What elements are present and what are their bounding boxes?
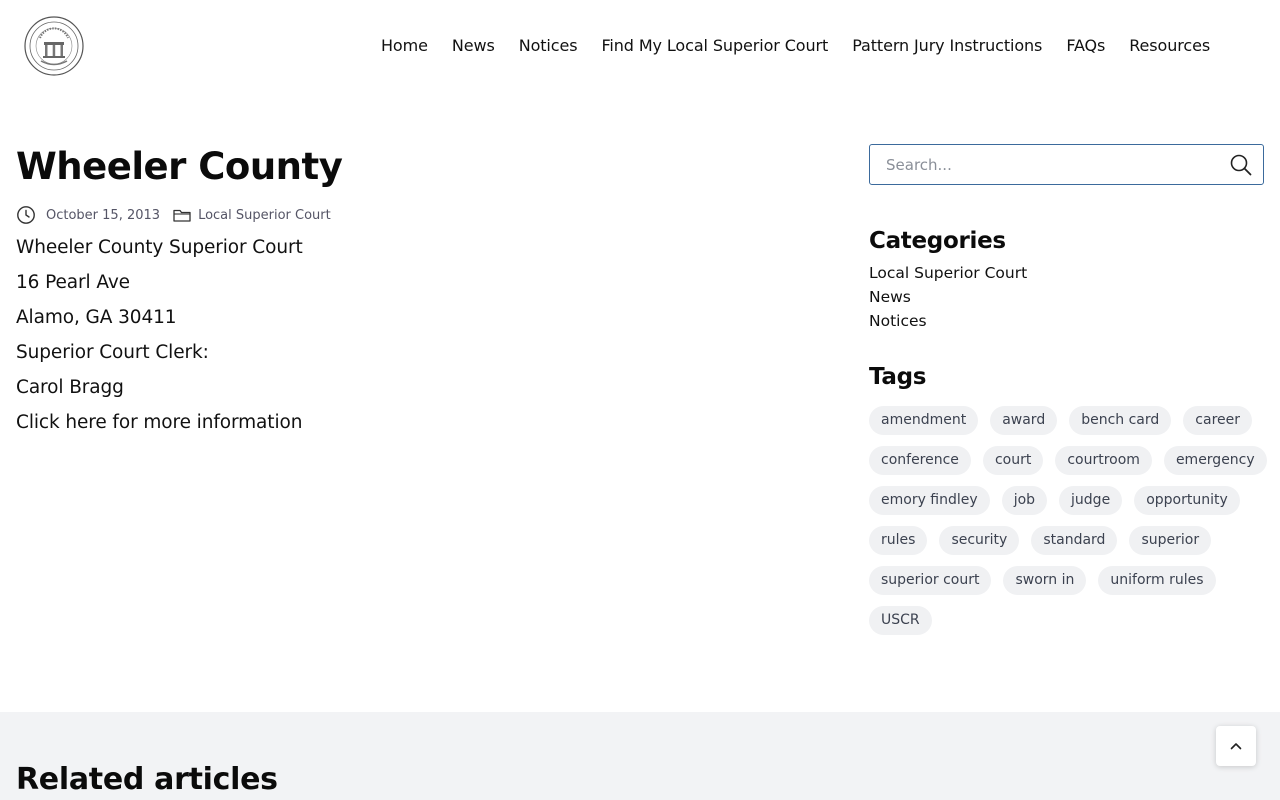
tag-security[interactable]: security bbox=[939, 526, 1020, 555]
sidebar: Categories Local Superior Court News Not… bbox=[869, 144, 1267, 635]
related-articles-section: Related articles bbox=[0, 712, 1280, 800]
categories-heading: Categories bbox=[869, 228, 1006, 254]
article: Wheeler County October 15, 2013 Local Su… bbox=[16, 140, 796, 440]
clerk-label: Superior Court Clerk: bbox=[16, 342, 209, 363]
tag-job[interactable]: job bbox=[1001, 486, 1048, 515]
court-city-state-zip: Alamo, GA 30411 bbox=[16, 307, 177, 328]
tag-uscr[interactable]: USCR bbox=[869, 606, 932, 635]
court-street: 16 Pearl Ave bbox=[16, 272, 130, 293]
tag-judge[interactable]: judge bbox=[1059, 486, 1123, 515]
tag-career[interactable]: career bbox=[1183, 406, 1253, 435]
folder-icon bbox=[172, 205, 192, 225]
tag-conference[interactable]: conference bbox=[869, 446, 971, 475]
tags-heading: Tags bbox=[869, 364, 927, 390]
nav-pattern-jury-instructions[interactable]: Pattern Jury Instructions bbox=[852, 36, 1042, 56]
category-notices[interactable]: Notices bbox=[869, 309, 1264, 333]
search-box bbox=[869, 144, 1264, 185]
tag-court[interactable]: court bbox=[982, 446, 1044, 475]
tag-amendment[interactable]: amendment bbox=[869, 406, 979, 435]
nav-notices[interactable]: Notices bbox=[519, 36, 578, 56]
nav-resources[interactable]: Resources bbox=[1129, 36, 1210, 56]
tag-superior[interactable]: superior bbox=[1129, 526, 1212, 555]
tag-superior-court[interactable]: superior court bbox=[869, 566, 992, 595]
post-meta: October 15, 2013 Local Superior Court bbox=[16, 204, 796, 226]
site-header: Home News Notices Find My Local Superior… bbox=[0, 0, 1280, 92]
georgia-state-seal-icon bbox=[24, 16, 84, 76]
post-date: October 15, 2013 bbox=[46, 207, 161, 223]
more-info-link[interactable]: Click here for more information bbox=[16, 412, 302, 433]
tag-courtroom[interactable]: courtroom bbox=[1055, 446, 1152, 475]
related-articles-heading: Related articles bbox=[16, 762, 278, 797]
nav-home[interactable]: Home bbox=[381, 36, 428, 56]
tag-award[interactable]: award bbox=[990, 406, 1058, 435]
nav-news[interactable]: News bbox=[452, 36, 495, 56]
categories-list: Local Superior Court News Notices bbox=[869, 261, 1264, 333]
page-title: Wheeler County bbox=[16, 145, 343, 188]
tag-opportunity[interactable]: opportunity bbox=[1134, 486, 1240, 515]
main-nav: Home News Notices Find My Local Superior… bbox=[381, 36, 1210, 56]
nav-faqs[interactable]: FAQs bbox=[1066, 36, 1105, 56]
tag-sworn-in[interactable]: sworn in bbox=[1003, 566, 1087, 595]
search-icon[interactable] bbox=[1229, 153, 1253, 177]
tag-emory-findley[interactable]: emory findley bbox=[869, 486, 990, 515]
category-local-superior-court[interactable]: Local Superior Court bbox=[869, 261, 1264, 285]
tag-rules[interactable]: rules bbox=[869, 526, 928, 555]
nav-find-local-court[interactable]: Find My Local Superior Court bbox=[601, 36, 828, 56]
post-category-link[interactable]: Local Superior Court bbox=[198, 208, 331, 223]
site-logo[interactable] bbox=[24, 16, 84, 76]
tag-cloud: amendment award bench card career confer… bbox=[869, 406, 1269, 635]
search-input[interactable] bbox=[870, 145, 1210, 184]
scroll-to-top-button[interactable] bbox=[1216, 726, 1256, 766]
tag-uniform-rules[interactable]: uniform rules bbox=[1098, 566, 1216, 595]
court-name: Wheeler County Superior Court bbox=[16, 237, 303, 258]
article-content: Wheeler County Superior Court 16 Pearl A… bbox=[16, 230, 796, 440]
tag-standard[interactable]: standard bbox=[1031, 526, 1118, 555]
tag-emergency[interactable]: emergency bbox=[1163, 446, 1267, 475]
clerk-name: Carol Bragg bbox=[16, 377, 124, 398]
chevron-up-icon bbox=[1230, 743, 1242, 750]
category-news[interactable]: News bbox=[869, 285, 1264, 309]
clock-icon bbox=[16, 205, 36, 225]
tag-bench-card[interactable]: bench card bbox=[1069, 406, 1172, 435]
